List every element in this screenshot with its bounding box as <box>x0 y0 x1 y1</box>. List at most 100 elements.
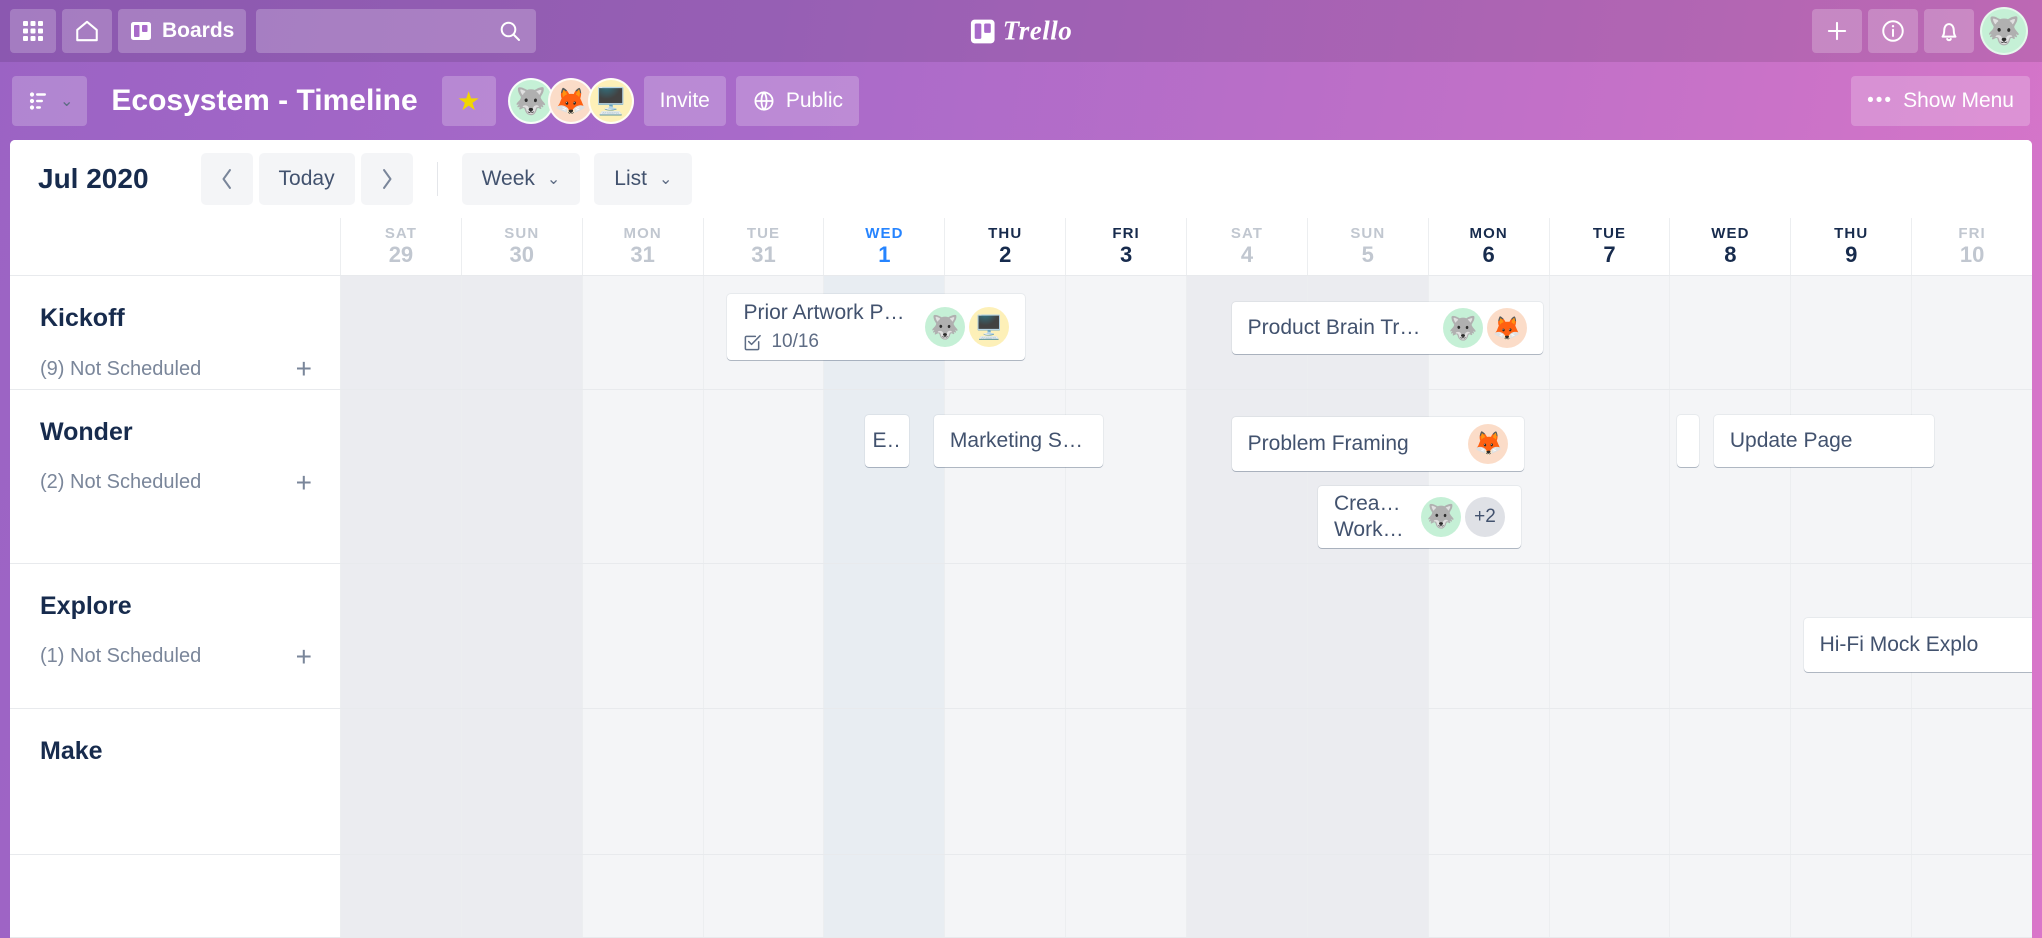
card-checklist-badge: 10/16 <box>743 331 909 353</box>
timeline-card[interactable]: Prior Artwork Page10/16🐺🖥️ <box>727 294 1025 360</box>
notifications-button[interactable] <box>1924 9 1974 53</box>
member-avatar-husky[interactable]: 🐺 <box>508 78 554 124</box>
timeline-card[interactable]: Creative Workshop 🐺+2 <box>1318 486 1521 548</box>
plus-icon <box>1824 18 1850 44</box>
card-body: Marketing Sync <box>950 429 1087 453</box>
current-month-label: Jul 2020 <box>38 163 149 195</box>
group-by-label: List <box>614 167 647 191</box>
timeline-card[interactable]: Product Brain Trust 🐺🦊 <box>1232 302 1543 354</box>
list-name[interactable]: Explore <box>40 592 312 621</box>
husky-avatar[interactable]: 🐺 <box>1421 497 1461 537</box>
timeline-rows-area: Kickoff(9) Not Scheduled+Prior Artwork P… <box>10 276 2032 938</box>
card-title: Creative Workshop <box>1334 491 1405 543</box>
toolbar-divider <box>437 162 438 196</box>
card-title: Marketing Sync <box>950 429 1087 453</box>
list-name[interactable]: Wonder <box>40 418 312 447</box>
zoom-level-dropdown[interactable]: Week ⌄ <box>462 153 581 205</box>
timeline-card[interactable]: Marketing Sync <box>934 415 1103 467</box>
day-header-sat-4[interactable]: SAT4 <box>1186 218 1307 275</box>
list-timeline-track[interactable] <box>340 709 2032 855</box>
list-rows: Kickoff(9) Not Scheduled+Prior Artwork P… <box>10 276 2032 938</box>
list-timeline-track[interactable]: Prior Artwork Page10/16🐺🖥️Product Brain … <box>340 276 2032 389</box>
today-button[interactable]: Today <box>259 153 355 205</box>
day-header-fri-10[interactable]: FRI10 <box>1911 218 2032 275</box>
not-scheduled-label[interactable]: (2) Not Scheduled <box>40 471 201 494</box>
day-header-fri-3[interactable]: FRI3 <box>1065 218 1186 275</box>
list-name[interactable]: Kickoff <box>40 304 312 333</box>
husky-avatar[interactable]: 🐺 <box>1443 308 1483 348</box>
add-button[interactable] <box>1812 9 1862 53</box>
card-body: Product Brain Trust <box>1248 316 1427 340</box>
home-button[interactable] <box>62 9 112 53</box>
day-header-wed-8[interactable]: WED8 <box>1669 218 1790 275</box>
info-icon <box>1880 18 1906 44</box>
day-of-week-label: THU <box>1834 226 1868 243</box>
card-title: E... <box>873 429 901 453</box>
list-timeline-track[interactable]: Hi-Fi Mock Explo <box>340 564 2032 708</box>
search-input[interactable] <box>256 9 536 53</box>
chevron-down-icon: ⌄ <box>659 169 672 189</box>
apps-grid-button[interactable] <box>10 9 56 53</box>
day-number-label: 31 <box>751 243 775 268</box>
chevron-down-icon: ⌄ <box>60 91 73 111</box>
list-name[interactable]: Make <box>40 737 312 766</box>
add-card-plus-icon[interactable]: + <box>296 643 312 671</box>
bell-icon <box>1936 18 1962 44</box>
day-of-week-label: MON <box>624 226 662 243</box>
timeline-card[interactable]: Hi-Fi Mock Explo <box>1804 618 2032 672</box>
day-header-tue-31[interactable]: TUE31 <box>703 218 824 275</box>
trello-brand[interactable]: Trello <box>970 16 1073 47</box>
day-header-thu-9[interactable]: THU9 <box>1790 218 1911 275</box>
timeline-card[interactable]: E... <box>865 415 909 467</box>
computer-avatar[interactable]: 🖥️ <box>969 307 1009 347</box>
day-header-tue-7[interactable]: TUE7 <box>1549 218 1670 275</box>
card-body: Creative Workshop <box>1334 491 1405 543</box>
account-avatar[interactable]: 🐺 <box>1980 7 2028 55</box>
day-header-sat-29[interactable]: SAT29 <box>340 218 461 275</box>
list-timeline-track[interactable] <box>340 855 2032 937</box>
day-header-wed-1[interactable]: WED1 <box>823 218 944 275</box>
day-number-label: 3 <box>1120 243 1132 268</box>
day-number-label: 7 <box>1603 243 1615 268</box>
list-label-cell: Wonder (2) Not Scheduled + <box>10 390 340 563</box>
info-button[interactable] <box>1868 9 1918 53</box>
fox-avatar[interactable]: 🦊 <box>1468 424 1508 464</box>
card-title: Problem Framing <box>1248 432 1453 456</box>
fox-avatar[interactable]: 🦊 <box>1487 308 1527 348</box>
add-card-plus-icon[interactable]: + <box>296 355 312 383</box>
add-card-plus-icon[interactable]: + <box>296 469 312 497</box>
list-timeline-track[interactable]: E... Marketing Sync Problem Framing 🦊 Creati… <box>340 390 2032 563</box>
board-switcher-button[interactable]: ⌄ <box>12 76 87 126</box>
day-header-sun-30[interactable]: SUN30 <box>461 218 582 275</box>
group-by-dropdown[interactable]: List ⌄ <box>594 153 692 205</box>
visibility-button[interactable]: Public <box>736 76 859 126</box>
search-box[interactable] <box>256 9 536 53</box>
timeline-card[interactable]: Problem Framing 🦊 <box>1232 417 1525 471</box>
next-period-button[interactable] <box>361 153 413 205</box>
invite-button[interactable]: Invite <box>644 76 726 126</box>
day-of-week-label: WED <box>1711 226 1749 243</box>
day-columns-header: SAT29SUN30MON31TUE31WED1THU2FRI3SAT4SUN5… <box>340 218 2032 275</box>
day-header-sun-5[interactable]: SUN5 <box>1307 218 1428 275</box>
member-avatar-fox[interactable]: 🦊 <box>548 78 594 124</box>
more-members-badge[interactable]: +2 <box>1465 497 1505 537</box>
member-avatar-computer[interactable]: 🖥️ <box>588 78 634 124</box>
not-scheduled-label[interactable]: (1) Not Scheduled <box>40 645 201 668</box>
day-header-mon-6[interactable]: MON6 <box>1428 218 1549 275</box>
star-board-button[interactable]: ★ <box>442 76 496 126</box>
day-header-thu-2[interactable]: THU2 <box>944 218 1065 275</box>
list-label-cell: Explore (1) Not Scheduled + <box>10 564 340 708</box>
day-header-mon-31[interactable]: MON31 <box>582 218 703 275</box>
day-header-corner <box>10 218 340 275</box>
previous-period-button[interactable] <box>201 153 253 205</box>
husky-avatar[interactable]: 🐺 <box>925 307 965 347</box>
boards-button[interactable]: Boards <box>118 9 246 53</box>
not-scheduled-label[interactable]: (9) Not Scheduled <box>40 358 201 381</box>
day-of-week-label: WED <box>865 226 903 243</box>
brand-name: Trello <box>1003 16 1073 47</box>
grid-apps-icon <box>22 20 44 42</box>
show-menu-button[interactable]: ••• Show Menu <box>1851 76 2030 126</box>
timeline-card[interactable]: Update Page <box>1714 415 1934 467</box>
board-title[interactable]: Ecosystem - Timeline <box>97 84 431 118</box>
timeline-card[interactable] <box>1677 415 1699 467</box>
